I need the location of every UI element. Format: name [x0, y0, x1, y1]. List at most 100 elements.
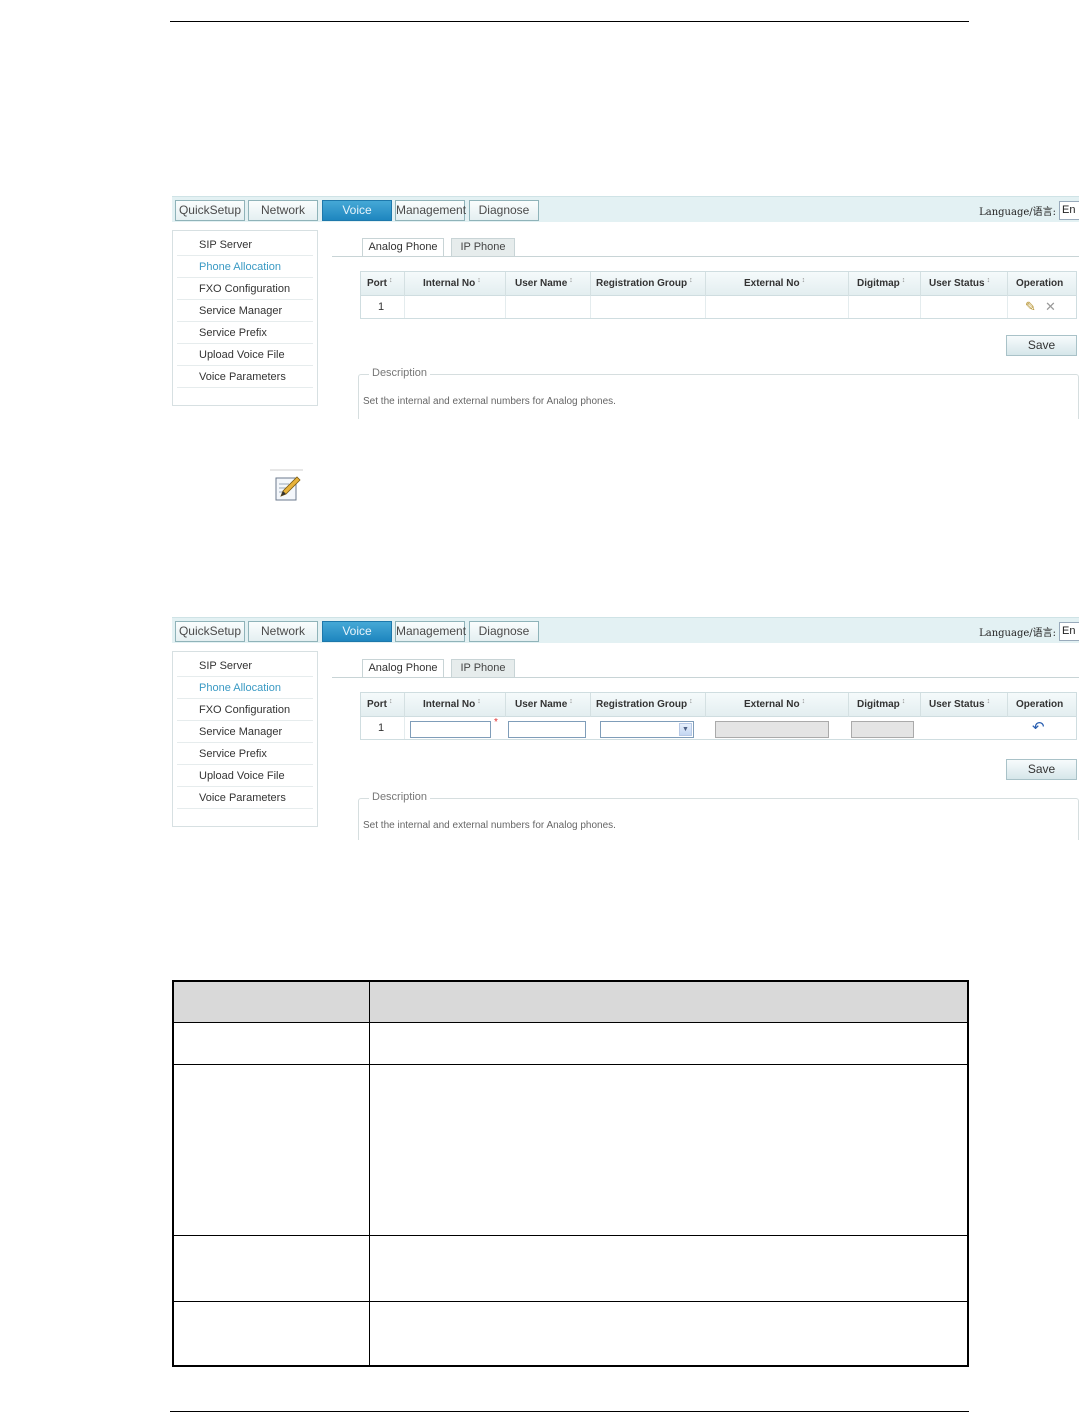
- sort-icon: ↕: [689, 277, 693, 284]
- nav-quicksetup[interactable]: QuickSetup: [175, 621, 245, 642]
- sidebar-item-sip-server[interactable]: SIP Server: [177, 234, 313, 256]
- col-port[interactable]: Port ↕: [361, 693, 405, 717]
- col-user-status[interactable]: User Status ↕: [921, 272, 1008, 296]
- nav-voice[interactable]: Voice: [322, 200, 392, 221]
- cell-user-name: [506, 296, 591, 318]
- sidebar-item-voice-parameters[interactable]: Voice Parameters: [177, 366, 313, 388]
- internal-no-input[interactable]: [410, 721, 491, 738]
- tab-analog-phone[interactable]: Analog Phone: [362, 238, 444, 257]
- sidebar-item-fxo-configuration[interactable]: FXO Configuration: [177, 699, 313, 721]
- description-box: Description Set the internal and externa…: [358, 791, 1079, 840]
- parameter-table-row: [174, 1023, 967, 1065]
- sidebar-item-phone-allocation[interactable]: Phone Allocation: [177, 256, 313, 278]
- sort-icon: ↕: [389, 698, 393, 705]
- sidebar-item-upload-voice-file[interactable]: Upload Voice File: [177, 765, 313, 787]
- save-button[interactable]: Save: [1006, 759, 1077, 780]
- external-no-input: [715, 721, 829, 738]
- tab-analog-phone[interactable]: Analog Phone: [362, 659, 444, 678]
- nav-diagnose[interactable]: Diagnose: [469, 200, 539, 221]
- col-registration-group[interactable]: Registration Group ↕: [591, 693, 706, 717]
- top-nav-bar: QuickSetup Network Voice Management Diag…: [172, 196, 1079, 222]
- sort-icon: ↕: [901, 698, 906, 705]
- col-registration-group[interactable]: Registration Group ↕: [591, 272, 706, 296]
- language-select[interactable]: En: [1059, 201, 1079, 220]
- col-operation: Operation: [1016, 278, 1064, 289]
- cell-port: 1: [361, 296, 405, 318]
- nav-voice[interactable]: Voice: [322, 621, 392, 642]
- description-text: Set the internal and external numbers fo…: [363, 396, 616, 407]
- col-internal-no[interactable]: Internal No ↕: [405, 693, 506, 717]
- cell-user-status: [921, 296, 1008, 318]
- description-box: Description Set the internal and externa…: [358, 367, 1079, 419]
- registration-group-select[interactable]: ▼: [600, 721, 694, 738]
- nav-network[interactable]: Network: [248, 621, 318, 642]
- col-operation: Operation: [1016, 699, 1064, 710]
- sidebar-item-service-manager[interactable]: Service Manager: [177, 721, 313, 743]
- sidebar-item-upload-voice-file[interactable]: Upload Voice File: [177, 344, 313, 366]
- sidebar: SIP Server Phone Allocation FXO Configur…: [172, 230, 318, 406]
- delete-icon[interactable]: ✕: [1045, 296, 1056, 318]
- cell-internal-no: [405, 296, 506, 318]
- language-select[interactable]: En: [1059, 622, 1079, 641]
- sidebar-item-service-prefix[interactable]: Service Prefix: [177, 322, 313, 344]
- top-nav-bar: QuickSetup Network Voice Management Diag…: [172, 617, 1079, 643]
- col-user-name[interactable]: User Name ↕: [506, 693, 591, 717]
- cell-registration-group: [591, 296, 706, 318]
- parameter-table: [172, 980, 969, 1367]
- description-text: Set the internal and external numbers fo…: [363, 820, 616, 831]
- tab-divider: [332, 677, 1079, 678]
- edit-pencil-icon: [270, 469, 303, 501]
- sort-icon: ↕: [689, 698, 693, 705]
- language-selector: Language/语言: En: [979, 200, 1079, 221]
- col-user-name[interactable]: User Name ↕: [506, 272, 591, 296]
- undo-icon[interactable]: ↶: [1032, 717, 1045, 739]
- nav-network[interactable]: Network: [248, 200, 318, 221]
- sidebar-item-sip-server[interactable]: SIP Server: [177, 655, 313, 677]
- sort-icon: ↕: [389, 277, 393, 284]
- sort-icon: ↕: [477, 277, 481, 284]
- phone-table: Port ↕ Internal No ↕ User Name ↕ Registrati…: [360, 271, 1077, 319]
- col-digitmap[interactable]: Digitmap ↕: [849, 693, 921, 717]
- col-digitmap[interactable]: Digitmap ↕: [849, 272, 921, 296]
- language-label: Language/语言:: [979, 628, 1056, 639]
- phone-table: Port ↕ Internal No ↕ User Name ↕ Registrati…: [360, 692, 1077, 740]
- sidebar-item-service-manager[interactable]: Service Manager: [177, 300, 313, 322]
- save-button[interactable]: Save: [1006, 335, 1077, 356]
- table-header: Port ↕ Internal No ↕ User Name ↕ Registrati…: [361, 693, 1076, 717]
- sidebar: SIP Server Phone Allocation FXO Configur…: [172, 651, 318, 827]
- page-top-rule: [170, 21, 969, 22]
- cell-external-no: [706, 296, 849, 318]
- parameter-table-divider: [369, 982, 370, 1365]
- col-user-status[interactable]: User Status ↕: [921, 693, 1008, 717]
- language-selector: Language/语言: En: [979, 621, 1079, 642]
- col-external-no[interactable]: External No ↕: [706, 272, 849, 296]
- digitmap-input: [851, 721, 914, 738]
- cell-digitmap: [849, 296, 921, 318]
- sort-icon: ↕: [477, 698, 481, 705]
- screenshot-phone-allocation-edit: QuickSetup Network Voice Management Diag…: [170, 615, 1079, 840]
- col-internal-no[interactable]: Internal No ↕: [405, 272, 506, 296]
- required-mark: *: [494, 717, 498, 728]
- sidebar-item-phone-allocation[interactable]: Phone Allocation: [177, 677, 313, 699]
- col-external-no[interactable]: External No ↕: [706, 693, 849, 717]
- nav-management[interactable]: Management: [395, 200, 466, 221]
- description-legend: Description: [369, 791, 431, 803]
- nav-quicksetup[interactable]: QuickSetup: [175, 200, 245, 221]
- edit-icon[interactable]: ✎: [1025, 296, 1036, 318]
- tab-ip-phone[interactable]: IP Phone: [451, 659, 515, 678]
- sidebar-item-service-prefix[interactable]: Service Prefix: [177, 743, 313, 765]
- col-port[interactable]: Port ↕: [361, 272, 405, 296]
- tab-ip-phone[interactable]: IP Phone: [451, 238, 515, 257]
- page-bottom-rule: [170, 1411, 969, 1412]
- user-name-input[interactable]: [508, 721, 586, 738]
- parameter-table-row: [174, 1065, 967, 1236]
- nav-diagnose[interactable]: Diagnose: [469, 621, 539, 642]
- sidebar-item-voice-parameters[interactable]: Voice Parameters: [177, 787, 313, 809]
- screenshot-phone-allocation-view: QuickSetup Network Voice Management Diag…: [170, 194, 1079, 419]
- nav-management[interactable]: Management: [395, 621, 466, 642]
- parameter-table-row: [174, 1302, 967, 1365]
- cell-port: 1: [361, 717, 405, 739]
- parameter-table-header: [174, 982, 967, 1023]
- sort-icon: ↕: [986, 277, 991, 284]
- sidebar-item-fxo-configuration[interactable]: FXO Configuration: [177, 278, 313, 300]
